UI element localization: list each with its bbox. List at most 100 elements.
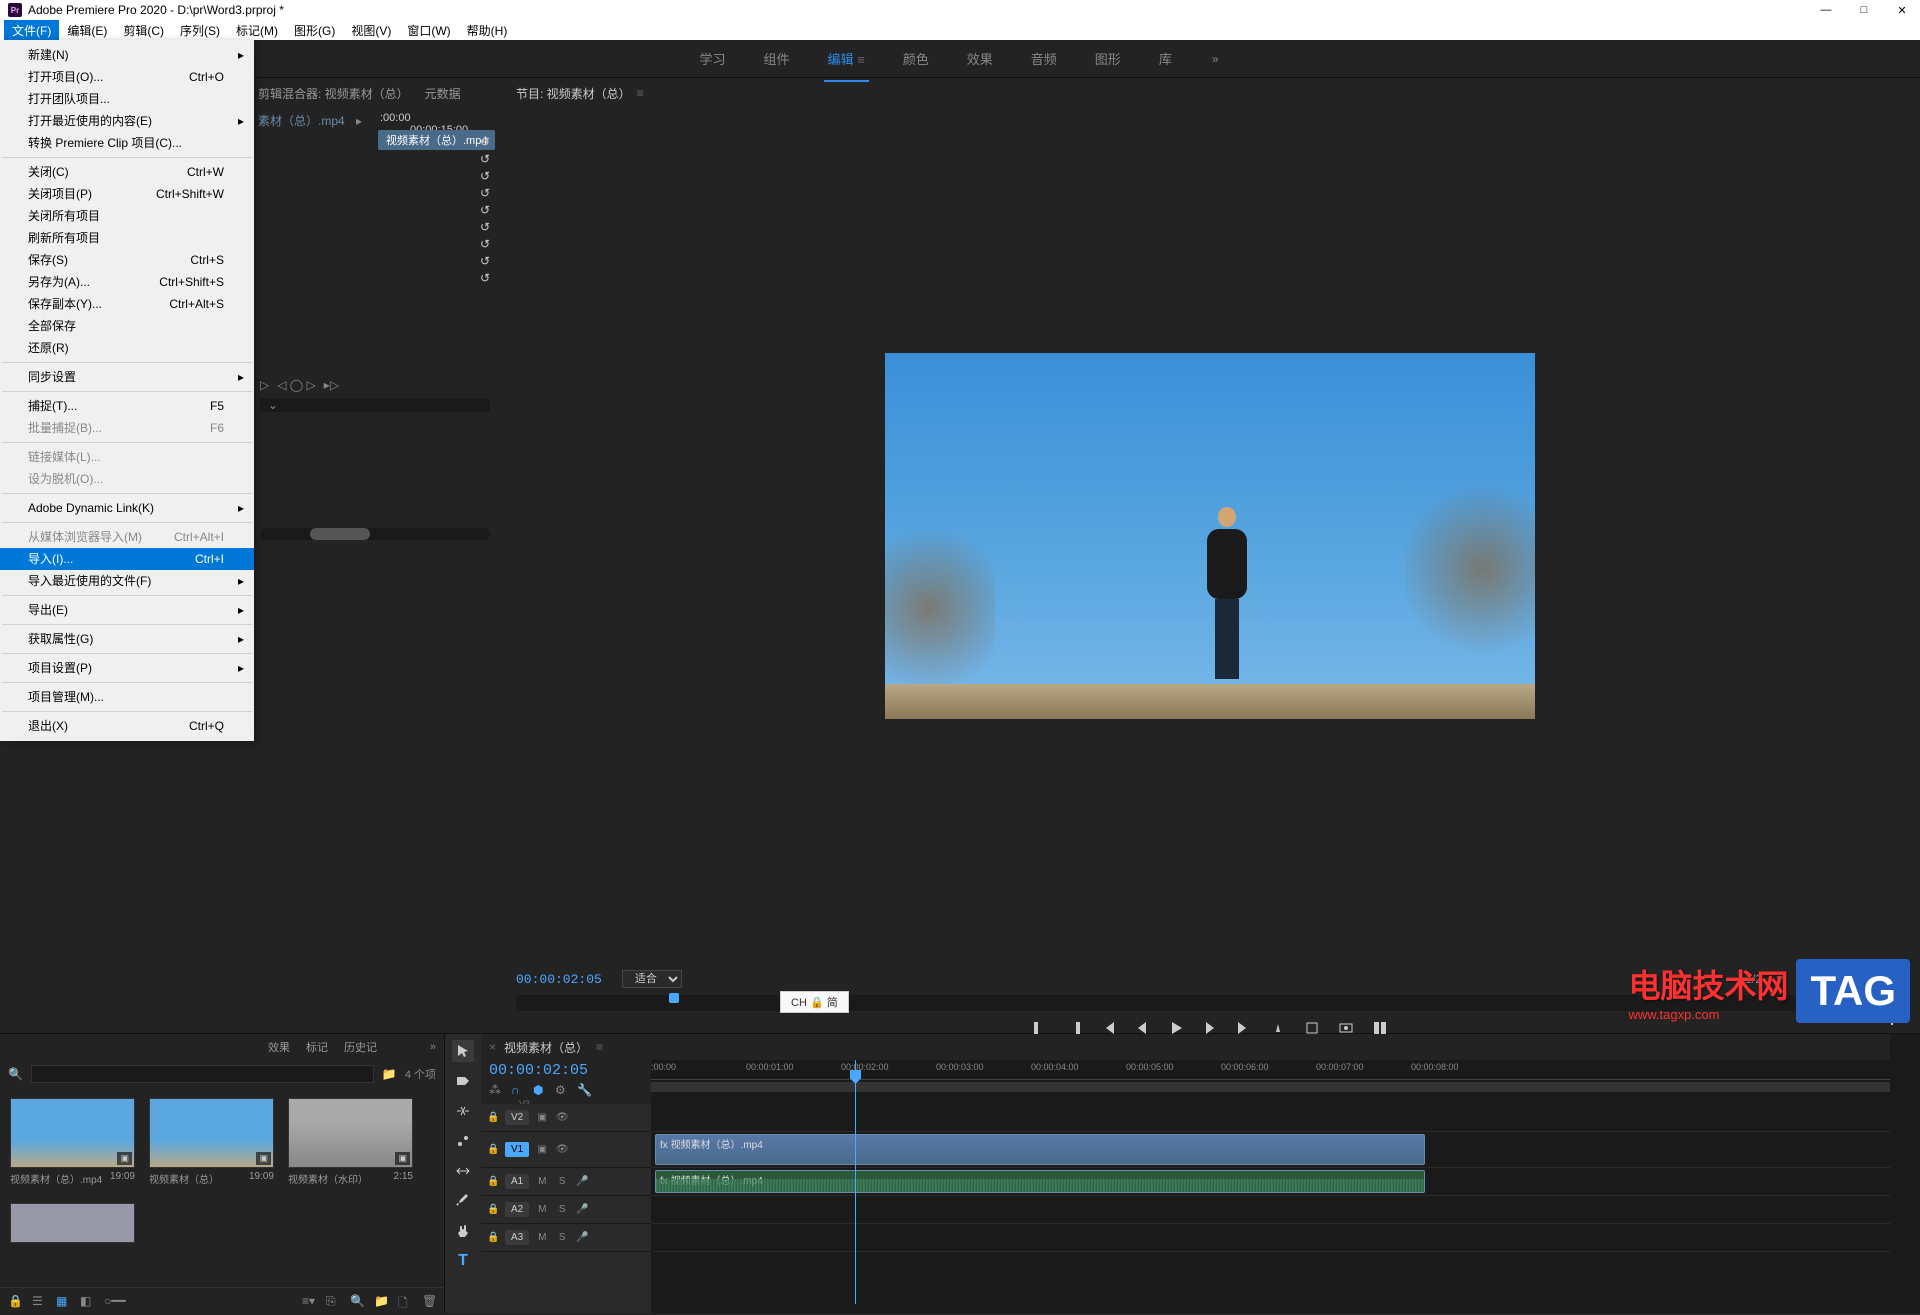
source-tab-metadata[interactable]: 元数据 (425, 81, 461, 106)
go-to-out-icon[interactable] (1236, 1020, 1252, 1036)
dropdown-item[interactable]: 导入(I)...Ctrl+I (0, 548, 254, 570)
sort-icon[interactable]: ≡▾ (302, 1294, 316, 1308)
reset-icon[interactable]: ↺ (480, 203, 490, 217)
hand-tool-icon[interactable] (452, 1220, 474, 1242)
solo-button[interactable]: S (555, 1232, 569, 1243)
track-header-v2[interactable]: 🔒 V2 ▣ 👁 (481, 1104, 651, 1132)
menu-sequence[interactable]: 序列(S) (172, 20, 228, 41)
linked-selection-icon[interactable]: ∩ (511, 1083, 525, 1097)
program-timecode[interactable]: 00:00:02:05 (516, 972, 602, 987)
dropdown-item[interactable]: 关闭项目(P)Ctrl+Shift+W (0, 183, 254, 205)
mute-button[interactable]: M (535, 1176, 549, 1187)
program-zoom-select[interactable]: 适合 (622, 970, 682, 988)
mark-in-icon[interactable] (1032, 1020, 1048, 1036)
find-icon[interactable]: 🔍 (350, 1294, 364, 1308)
project-item[interactable]: ▣ 视频素材（总）.mp419:09 (10, 1098, 135, 1189)
ws-tab-learn[interactable]: 学习 (695, 43, 729, 74)
solo-button[interactable]: S (555, 1204, 569, 1215)
menu-edit[interactable]: 编辑(E) (59, 20, 115, 41)
razor-tool-icon[interactable] (452, 1130, 474, 1152)
voice-icon[interactable]: 🎤 (575, 1232, 589, 1243)
ws-tab-effects[interactable]: 效果 (963, 43, 997, 74)
eye-icon[interactable]: 👁 (555, 1112, 569, 1123)
track-header-v1[interactable]: 🔒 V1 ▣ 👁 (481, 1132, 651, 1168)
dropdown-item[interactable]: 项目管理(M)... (0, 686, 254, 708)
ws-tab-color[interactable]: 颜色 (899, 43, 933, 74)
dropdown-item[interactable]: 全部保存 (0, 315, 254, 337)
project-search-input[interactable] (31, 1065, 374, 1083)
track-header-a2[interactable]: 🔒 A2 M S 🎤 (481, 1196, 651, 1224)
proj-tab-effects[interactable]: 效果 (268, 1039, 290, 1055)
type-tool-icon[interactable]: T (452, 1250, 474, 1272)
folder-icon[interactable]: 📁 (382, 1067, 397, 1081)
sequence-name[interactable]: 视频素材（总） (504, 1039, 588, 1056)
toggle-output-icon[interactable]: ▣ (535, 1112, 549, 1123)
menu-markers[interactable]: 标记(M) (228, 20, 286, 41)
dropdown-item[interactable]: 保存副本(Y)...Ctrl+Alt+S (0, 293, 254, 315)
mute-button[interactable]: M (535, 1232, 549, 1243)
solo-button[interactable]: S (555, 1176, 569, 1187)
ws-tab-graphics[interactable]: 图形 (1091, 43, 1125, 74)
extract-icon[interactable] (1304, 1020, 1320, 1036)
reset-icon[interactable]: ↺ (480, 152, 490, 166)
track-a3[interactable] (651, 1224, 1890, 1252)
reset-icon[interactable]: ↺ (480, 271, 490, 285)
dropdown-item[interactable]: 导出(E)▸ (0, 599, 254, 621)
minimize-button[interactable]: — (1816, 4, 1836, 17)
lock-icon[interactable]: 🔒 (487, 1176, 499, 1188)
voice-icon[interactable]: 🎤 (575, 1204, 589, 1215)
source-expand[interactable]: ⌄ (268, 398, 278, 412)
timeline-clip-video[interactable]: fx 视频素材（总）.mp4 (655, 1134, 1425, 1165)
ws-tab-edit[interactable]: 编辑 ≡ (824, 43, 869, 74)
menu-window[interactable]: 窗口(W) (399, 20, 458, 41)
export-frame-icon[interactable] (1338, 1020, 1354, 1036)
dropdown-item[interactable]: 保存(S)Ctrl+S (0, 249, 254, 271)
slip-tool-icon[interactable] (452, 1160, 474, 1182)
source-tab-mixer[interactable]: 剪辑混合器: 视频素材（总） (258, 81, 409, 106)
timeline-clip-audio[interactable]: fx 视频素材（总）.mp4 (655, 1170, 1425, 1193)
lock-icon[interactable]: 🔒 (8, 1294, 22, 1308)
reset-icon[interactable]: ↺ (480, 169, 490, 183)
voice-icon[interactable]: 🎤 (575, 1176, 589, 1187)
freeform-view-icon[interactable]: ◧ (80, 1294, 94, 1308)
snap-icon[interactable]: ⁂ (489, 1083, 503, 1097)
dropdown-item[interactable]: 捕捉(T)...F5 (0, 395, 254, 417)
list-view-icon[interactable]: ☰ (32, 1294, 46, 1308)
wrench-icon[interactable]: 🔧 (577, 1083, 591, 1097)
track-select-tool-icon[interactable] (452, 1070, 474, 1092)
panel-overflow-icon[interactable]: » (430, 1041, 436, 1053)
ws-tab-audio[interactable]: 音频 (1027, 43, 1061, 74)
track-a1[interactable]: fx 视频素材（总）.mp4 (651, 1168, 1890, 1196)
project-item[interactable]: ▣ 视频素材（总）19:09 (149, 1098, 274, 1189)
ws-tab-assembly[interactable]: 组件 (760, 43, 794, 74)
go-to-in-icon[interactable] (1100, 1020, 1116, 1036)
toggle-output-icon[interactable]: ▣ (535, 1144, 549, 1155)
panel-menu-icon[interactable]: ≡ (637, 86, 644, 100)
lock-icon[interactable]: 🔒 (487, 1144, 499, 1156)
play-icon[interactable] (1168, 1020, 1184, 1036)
dropdown-item[interactable]: 刷新所有项目 (0, 227, 254, 249)
proj-tab-markers[interactable]: 标记 (306, 1039, 328, 1055)
track-v2[interactable] (651, 1104, 1890, 1132)
dropdown-item[interactable]: 同步设置▸ (0, 366, 254, 388)
dropdown-item[interactable]: 转换 Premiere Clip 项目(C)... (0, 132, 254, 154)
menu-view[interactable]: 视图(V) (343, 20, 399, 41)
dropdown-item[interactable]: 导入最近使用的文件(F)▸ (0, 570, 254, 592)
zoom-slider[interactable]: ○━━ (104, 1294, 118, 1308)
dropdown-item[interactable]: 打开最近使用的内容(E)▸ (0, 110, 254, 132)
dropdown-item[interactable]: 另存为(A)...Ctrl+Shift+S (0, 271, 254, 293)
ws-tab-library[interactable]: 库 (1155, 43, 1176, 74)
comparison-icon[interactable] (1372, 1020, 1388, 1036)
dropdown-item[interactable]: 退出(X)Ctrl+Q (0, 715, 254, 737)
dropdown-item[interactable]: 打开团队项目... (0, 88, 254, 110)
timeline-timecode[interactable]: 00:00:02:05 (489, 1062, 643, 1079)
new-bin-icon[interactable]: 📁 (374, 1294, 388, 1308)
menu-file[interactable]: 文件(F) (4, 20, 59, 41)
reset-icon[interactable]: ↺ (480, 237, 490, 251)
reset-icon[interactable]: ↺ (480, 135, 490, 149)
delete-icon[interactable]: 🗑 (422, 1294, 436, 1308)
lock-icon[interactable]: 🔒 (487, 1112, 499, 1124)
new-item-icon[interactable]: 🗋 (398, 1294, 412, 1308)
timeline-ruler[interactable]: :00:0000:00:01:0000:00:02:0000:00:03:000… (651, 1060, 1890, 1104)
track-a2[interactable] (651, 1196, 1890, 1224)
